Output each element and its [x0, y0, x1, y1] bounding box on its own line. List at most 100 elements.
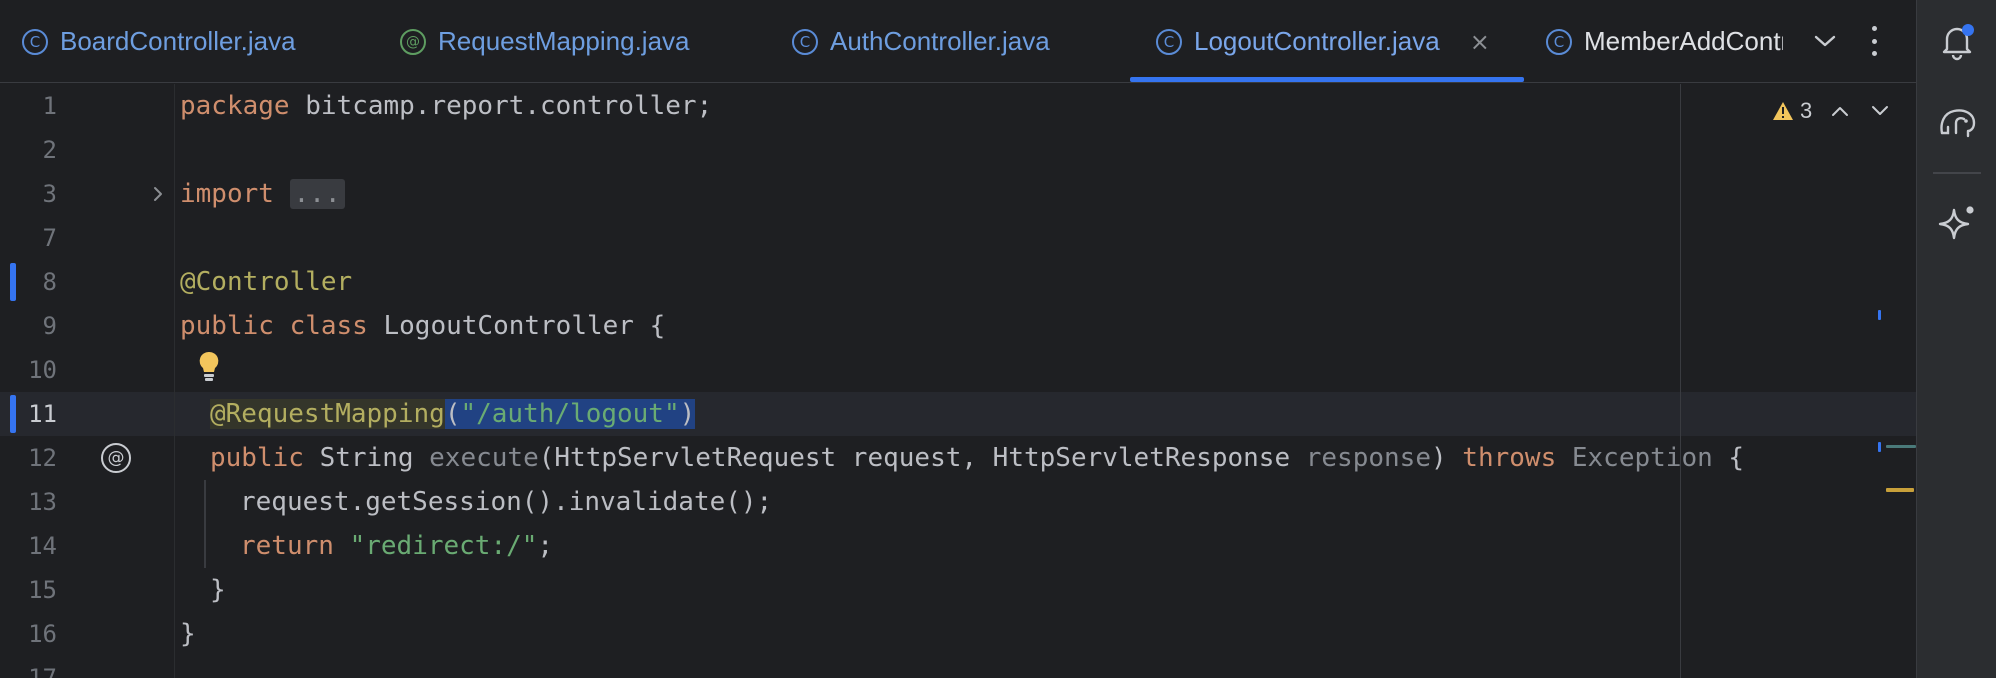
parameters: (HttpServletRequest request, HttpServlet… [538, 443, 1306, 473]
previous-highlight-icon[interactable] [1828, 99, 1852, 123]
tab-label: RequestMapping.java [438, 26, 690, 56]
line-number: 3 [42, 180, 57, 208]
active-tab-indicator [1130, 77, 1524, 82]
keyword: import [180, 179, 274, 209]
code-text: @RequestMapping("/auth/logout") [210, 392, 696, 436]
code-line: 12 @ public String execute(HttpServletRe… [0, 436, 1916, 480]
tab-member-add-controller[interactable]: C MemberAddController.java [1546, 0, 1783, 83]
tool-separator [1933, 172, 1981, 174]
code-line: 7 [0, 216, 1916, 260]
inspection-widget[interactable]: 3 [1772, 96, 1892, 126]
code-text: public String execute(HttpServletRequest… [210, 436, 1744, 480]
keyword: package [180, 91, 290, 121]
close-paren: ) [1430, 443, 1463, 473]
class-icon: C [1546, 28, 1572, 55]
keyword: public class [180, 311, 368, 341]
request-mapping-gutter-icon[interactable]: @ [101, 443, 131, 473]
ai-assistant-sparkle-icon[interactable] [1936, 202, 1978, 244]
editor-tab-bar: C BoardController.java @ RequestMapping.… [0, 0, 1916, 83]
tab-auth-controller[interactable]: C AuthController.java [792, 0, 1050, 83]
line-number: 7 [42, 224, 57, 252]
line-number: 9 [42, 312, 57, 340]
folded-imports[interactable]: ... [289, 179, 345, 209]
tab-logout-controller[interactable]: C LogoutController.java × [1156, 0, 1490, 83]
lightbulb-icon[interactable] [196, 350, 222, 382]
code-text: package bitcamp.report.controller; [180, 84, 712, 128]
selection-open-paren: ( [444, 399, 461, 429]
code-text: request.getSession().invalidate(); [240, 487, 773, 517]
keyword: public [210, 443, 304, 473]
code-line: 9 public class LogoutController { [0, 304, 1916, 348]
class-icon: C [792, 28, 818, 55]
class-icon: C [22, 28, 48, 55]
return-type: String [303, 443, 430, 473]
line-number: 15 [28, 576, 57, 604]
code-line: 13 request.getSession().invalidate(); [0, 480, 1916, 524]
code-text: @Controller [180, 260, 352, 304]
tab-request-mapping[interactable]: @ RequestMapping.java [400, 0, 690, 83]
string-literal: "/auth/logout" [460, 399, 680, 429]
scrollbar-usage-mark[interactable] [1886, 445, 1916, 448]
warning-icon [1773, 102, 1793, 120]
class-icon: C [1156, 28, 1182, 55]
code-line: 15 } [0, 568, 1916, 612]
method-name: execute [429, 443, 539, 473]
tab-label: LogoutController.java [1194, 26, 1440, 56]
tab-overflow-clip: C MemberAddController.java [1546, 0, 1783, 83]
scrollbar-change-mark[interactable] [1878, 310, 1881, 320]
package-name: bitcamp.report.controller; [289, 91, 713, 121]
code-line: 10 [0, 348, 1916, 392]
line-number: 14 [28, 532, 57, 560]
tab-label: AuthController.java [830, 26, 1050, 56]
line-number: 17 [28, 664, 57, 678]
scrollbar-change-mark[interactable] [1878, 442, 1881, 452]
code-text: return "redirect:/"; [240, 524, 553, 568]
more-options-icon[interactable] [1862, 22, 1886, 60]
class-declaration: LogoutController { [367, 311, 666, 341]
code-line: 14 return "redirect:/"; [0, 524, 1916, 568]
code-line: 8 @Controller [0, 260, 1916, 304]
code-text: } [180, 619, 196, 649]
chevron-down-icon[interactable] [1808, 24, 1842, 58]
database-elephant-icon[interactable] [1936, 101, 1978, 143]
next-highlight-icon[interactable] [1868, 99, 1892, 123]
line-number: 16 [28, 620, 57, 648]
code-editor[interactable]: 1 package bitcamp.report.controller; 2 3… [0, 84, 1916, 678]
chevron-right-icon[interactable] [151, 184, 171, 204]
annotation: @Controller [180, 267, 353, 297]
scrollbar-warning-mark[interactable] [1886, 488, 1914, 492]
keyword: throws [1462, 443, 1557, 473]
code-text: import ... [180, 172, 345, 216]
keyword: return [240, 531, 334, 561]
tab-label: BoardController.java [60, 26, 296, 56]
code-line: 16 } [0, 612, 1916, 656]
line-number: 12 [28, 444, 57, 472]
notifications-bell-icon[interactable] [1936, 20, 1978, 62]
code-line: 17 [0, 656, 1916, 678]
tab-label: MemberAddController.java [1584, 26, 1783, 56]
right-tool-strip [1916, 0, 1996, 678]
string-literal: "redirect:/" [349, 531, 538, 561]
line-number: 2 [42, 136, 57, 164]
selection-close-paren: ) [679, 399, 696, 429]
line-number: 11 [28, 400, 57, 428]
code-text: } [210, 575, 226, 605]
close-tab-icon[interactable]: × [1470, 28, 1490, 56]
semicolon: ; [537, 531, 554, 561]
line-number: 1 [42, 92, 57, 120]
code-line-current: 11 @RequestMapping("/auth/logout") [0, 392, 1916, 436]
code-line: 2 [0, 128, 1916, 172]
exception-type: Exception [1571, 443, 1713, 473]
code-line: 1 package bitcamp.report.controller; [0, 84, 1916, 128]
warning-count: 3 [1800, 98, 1813, 123]
open-brace: { [1712, 443, 1745, 473]
line-number: 8 [42, 268, 57, 296]
tab-board-controller[interactable]: C BoardController.java [22, 0, 296, 83]
line-number: 13 [28, 488, 57, 516]
line-number: 10 [28, 356, 57, 384]
annotation: @RequestMapping [210, 399, 445, 429]
annotation-icon: @ [400, 28, 426, 55]
unused-parameter: response [1305, 443, 1431, 473]
